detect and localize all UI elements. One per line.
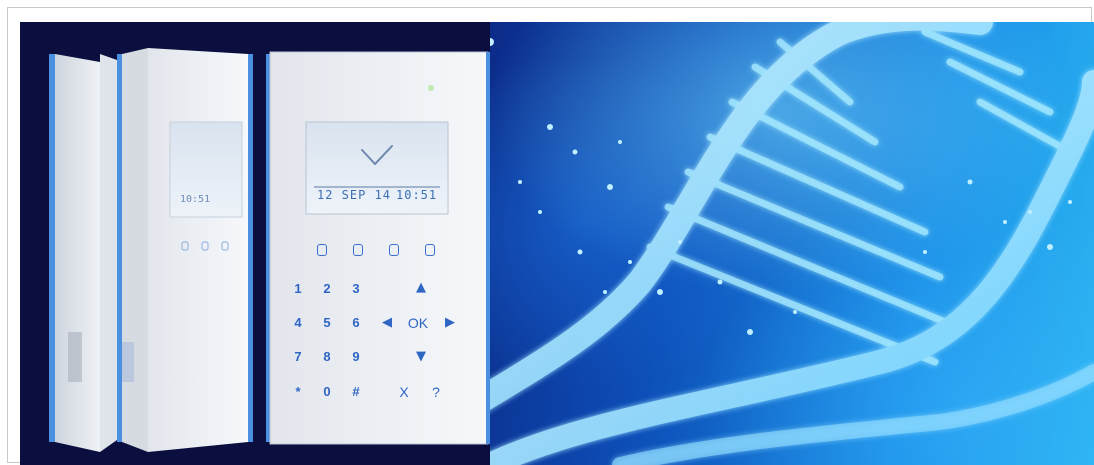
help-key: ?	[432, 384, 440, 400]
arrow-left-icon: ◀	[382, 315, 392, 330]
lcd-date: 12 SEP 14	[317, 188, 392, 202]
key-5: 5	[323, 315, 331, 330]
keypad-side-view-1	[49, 54, 122, 452]
key-0: 0	[323, 384, 331, 399]
function-key-2	[353, 244, 363, 256]
lcd-time: 10:51	[396, 188, 438, 202]
keypad-devices-graphic: 10:51	[20, 22, 490, 465]
key-1: 1	[294, 281, 302, 296]
key-hash: #	[352, 384, 360, 399]
key-6: 6	[352, 315, 360, 330]
hero-banner-image: 10:51 12 SEP 14 10:51 1 2 3 4 5 6 7 8 9 …	[20, 22, 1094, 465]
function-key-4	[425, 244, 435, 256]
key-4: 4	[294, 315, 302, 330]
ok-key: OK	[407, 315, 429, 331]
function-key-3	[389, 244, 399, 256]
key-2: 2	[323, 281, 331, 296]
arrow-up-icon: ▲	[416, 280, 426, 295]
key-8: 8	[323, 349, 331, 364]
key-9: 9	[352, 349, 360, 364]
cancel-x-key: X	[399, 384, 409, 400]
key-7: 7	[294, 349, 302, 364]
keypad-angled-view: 10:51	[122, 48, 253, 452]
rear-lcd-time: 10:51	[180, 194, 210, 205]
key-3: 3	[352, 281, 360, 296]
key-star: *	[295, 384, 301, 399]
function-key-1	[317, 244, 327, 256]
arrow-down-icon: ▼	[416, 349, 426, 364]
arrow-right-icon: ▶	[445, 315, 455, 330]
